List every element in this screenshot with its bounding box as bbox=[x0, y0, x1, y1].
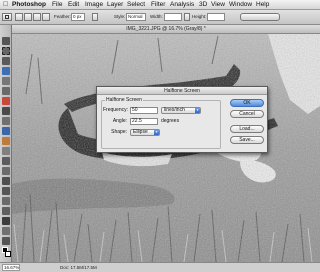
width-input[interactable] bbox=[164, 13, 182, 21]
menu-filter[interactable]: Filter bbox=[151, 1, 165, 9]
menu-view[interactable]: View bbox=[211, 1, 225, 9]
document-title: IMG_3221.JPG @ 16.7% (Gray/8) * bbox=[126, 26, 206, 32]
brush-tool-icon[interactable] bbox=[2, 107, 10, 115]
subtract-selection-icon[interactable] bbox=[33, 13, 41, 21]
document-info: Doc: 17.5M/17.5M bbox=[60, 265, 97, 270]
add-selection-icon[interactable] bbox=[24, 13, 32, 21]
clone-stamp-tool-icon[interactable] bbox=[2, 117, 10, 125]
menu-app-name[interactable]: Photoshop bbox=[12, 1, 46, 9]
history-brush-tool-icon[interactable] bbox=[2, 127, 10, 135]
zoom-field[interactable]: 16.67% bbox=[2, 264, 20, 271]
menu-layer[interactable]: Layer bbox=[107, 1, 123, 9]
menu-help[interactable]: Help bbox=[256, 1, 269, 9]
feather-input[interactable]: 0 px bbox=[71, 13, 85, 21]
menu-file[interactable]: File bbox=[52, 1, 62, 9]
refine-edge-button[interactable] bbox=[240, 13, 280, 21]
zoom-tool-icon[interactable] bbox=[2, 237, 10, 245]
feather-label: Feather: bbox=[54, 14, 71, 19]
dialog-title-bar: Halftone Screen bbox=[97, 87, 267, 95]
eraser-tool-icon[interactable] bbox=[2, 137, 10, 145]
frequency-unit-value: lines/inch bbox=[164, 107, 185, 113]
path-selection-tool-icon[interactable] bbox=[2, 197, 10, 205]
shape-label: Shape: bbox=[111, 129, 127, 135]
crop-tool-icon[interactable] bbox=[2, 77, 10, 85]
swap-dimensions-icon[interactable] bbox=[184, 13, 190, 21]
load-button[interactable]: Load... bbox=[230, 125, 264, 133]
background-color-swatch[interactable] bbox=[5, 251, 11, 257]
height-label: Height: bbox=[192, 14, 207, 19]
frequency-label: Frequency: bbox=[103, 107, 129, 113]
dodge-tool-icon[interactable] bbox=[2, 167, 10, 175]
status-bar: 16.67% Doc: 17.5M/17.5M bbox=[0, 262, 320, 272]
gradient-tool-icon[interactable] bbox=[2, 147, 10, 155]
menu-analysis[interactable]: Analysis bbox=[170, 1, 194, 9]
new-selection-icon[interactable] bbox=[15, 13, 23, 21]
group-label: Halftone Screen bbox=[105, 97, 143, 103]
frequency-unit-select[interactable]: lines/inch ▾ bbox=[161, 107, 201, 114]
cancel-button[interactable]: Cancel bbox=[230, 110, 264, 118]
menu-window[interactable]: Window bbox=[229, 1, 252, 9]
lasso-tool-icon[interactable] bbox=[2, 57, 10, 65]
halftone-screen-dialog: Halftone Screen Halftone Screen Frequenc… bbox=[96, 86, 268, 153]
marquee-tool-preset-icon[interactable] bbox=[2, 13, 12, 21]
save-button[interactable]: Save... bbox=[230, 136, 264, 144]
intersect-selection-icon[interactable] bbox=[42, 13, 50, 21]
document-title-bar: IMG_3221.JPG @ 16.7% (Gray/8) * bbox=[12, 25, 320, 34]
blur-tool-icon[interactable] bbox=[2, 157, 10, 165]
angle-unit: degrees bbox=[161, 118, 180, 124]
move-tool-icon[interactable] bbox=[2, 37, 10, 45]
frequency-input[interactable]: 50 bbox=[130, 107, 158, 114]
shape-tool-icon[interactable] bbox=[2, 207, 10, 215]
options-bar: Feather: 0 px Style: Normal Width: Heigh… bbox=[0, 10, 320, 25]
chevron-down-icon: ▾ bbox=[195, 108, 200, 113]
3d-rotate-tool-icon[interactable] bbox=[2, 217, 10, 225]
menu-select[interactable]: Select bbox=[127, 1, 145, 9]
healing-brush-tool-icon[interactable] bbox=[2, 97, 10, 105]
dialog-title: Halftone Screen bbox=[164, 88, 200, 94]
angle-input[interactable]: 22.5 bbox=[130, 118, 158, 125]
hand-tool-icon[interactable] bbox=[2, 227, 10, 235]
marquee-tool-icon[interactable] bbox=[2, 47, 10, 55]
menu-3d[interactable]: 3D bbox=[199, 1, 207, 9]
style-label: Style: bbox=[114, 14, 126, 19]
menu-edit[interactable]: Edit bbox=[68, 1, 79, 9]
angle-label: Angle: bbox=[112, 118, 127, 124]
height-input[interactable] bbox=[207, 13, 225, 21]
pen-tool-icon[interactable] bbox=[2, 177, 10, 185]
chevron-down-icon: ▾ bbox=[154, 130, 159, 135]
menu-bar:  Photoshop File Edit Image Layer Select… bbox=[0, 0, 320, 10]
anti-alias-checkbox[interactable] bbox=[92, 13, 98, 21]
apple-menu-icon[interactable]:  bbox=[3, 1, 8, 9]
eyedropper-tool-icon[interactable] bbox=[2, 87, 10, 95]
type-tool-icon[interactable] bbox=[2, 187, 10, 195]
quick-selection-tool-icon[interactable] bbox=[2, 67, 10, 75]
width-label: Width: bbox=[150, 14, 163, 19]
tools-panel bbox=[0, 25, 12, 262]
shape-select[interactable]: Ellipse ▾ bbox=[130, 129, 160, 136]
ok-button[interactable]: OK bbox=[230, 99, 264, 107]
style-select[interactable]: Normal bbox=[126, 13, 146, 21]
menu-image[interactable]: Image bbox=[85, 1, 103, 9]
shape-value: Ellipse bbox=[133, 129, 148, 135]
